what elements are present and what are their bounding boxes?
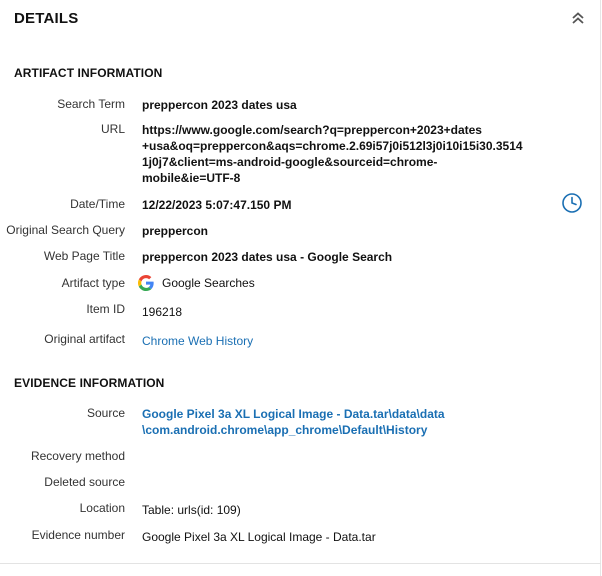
location-value: Table: urls(id: 109): [142, 503, 241, 517]
url-value-line-2: +usa&oq=preppercon&aqs=chrome.2.69i57j0i…: [142, 139, 523, 153]
google-g-icon: [138, 275, 154, 291]
source-link-line-2[interactable]: \com.android.chrome\app_chrome\Default\H…: [142, 422, 542, 438]
date-time-value: 12/22/2023 5:07:47.150 PM: [142, 198, 292, 212]
clock-icon: [562, 193, 582, 213]
evidence-number-value: Google Pixel 3a XL Logical Image - Data.…: [142, 530, 376, 544]
original-search-query-label: Original Search Query: [6, 223, 125, 237]
item-id-value: 196218: [142, 305, 183, 319]
item-id-label: Item ID: [86, 302, 125, 316]
location-label: Location: [79, 501, 125, 515]
double-chevron-up-icon: [572, 12, 584, 24]
url-value-line-3: 1j0j7&client=ms-android-google&sourceid=…: [142, 155, 438, 169]
details-panel: DETAILS ARTIFACT INFORMATION Search Term…: [0, 0, 601, 576]
artifact-type-label: Artifact type: [61, 276, 125, 290]
details-header: DETAILS: [0, 0, 601, 40]
url-label: URL: [100, 122, 125, 136]
artifact-type-value: Google Searches: [162, 276, 255, 290]
web-page-title-value: preppercon 2023 dates usa - Google Searc…: [142, 250, 393, 264]
search-term-value: preppercon 2023 dates usa: [142, 98, 297, 112]
source-link-line-1[interactable]: Google Pixel 3a XL Logical Image - Data.…: [142, 406, 542, 422]
bottom-divider: [0, 563, 601, 564]
search-term-label: Search Term: [57, 97, 125, 111]
source-label: Source: [86, 406, 125, 420]
deleted-source-label: Deleted source: [44, 475, 125, 489]
recovery-method-label: Recovery method: [30, 449, 125, 463]
original-search-query-value: preppercon: [142, 224, 209, 238]
artifact-information-heading: ARTIFACT INFORMATION: [14, 66, 163, 80]
date-time-label: Date/Time: [70, 197, 125, 211]
evidence-number-label: Evidence number: [31, 528, 125, 542]
panel-title: DETAILS: [14, 10, 79, 27]
url-value-line-4: mobile&ie=UTF-8: [142, 171, 241, 185]
url-value-line-1: https://www.google.com/search?q=prepperc…: [142, 123, 482, 137]
original-artifact-link[interactable]: Chrome Web History: [142, 333, 542, 349]
collapse-button[interactable]: [568, 8, 588, 28]
evidence-information-heading: EVIDENCE INFORMATION: [14, 376, 165, 390]
web-page-title-label: Web Page Title: [43, 249, 125, 263]
timezone-clock-button[interactable]: [561, 192, 583, 214]
original-artifact-label: Original artifact: [44, 332, 125, 346]
